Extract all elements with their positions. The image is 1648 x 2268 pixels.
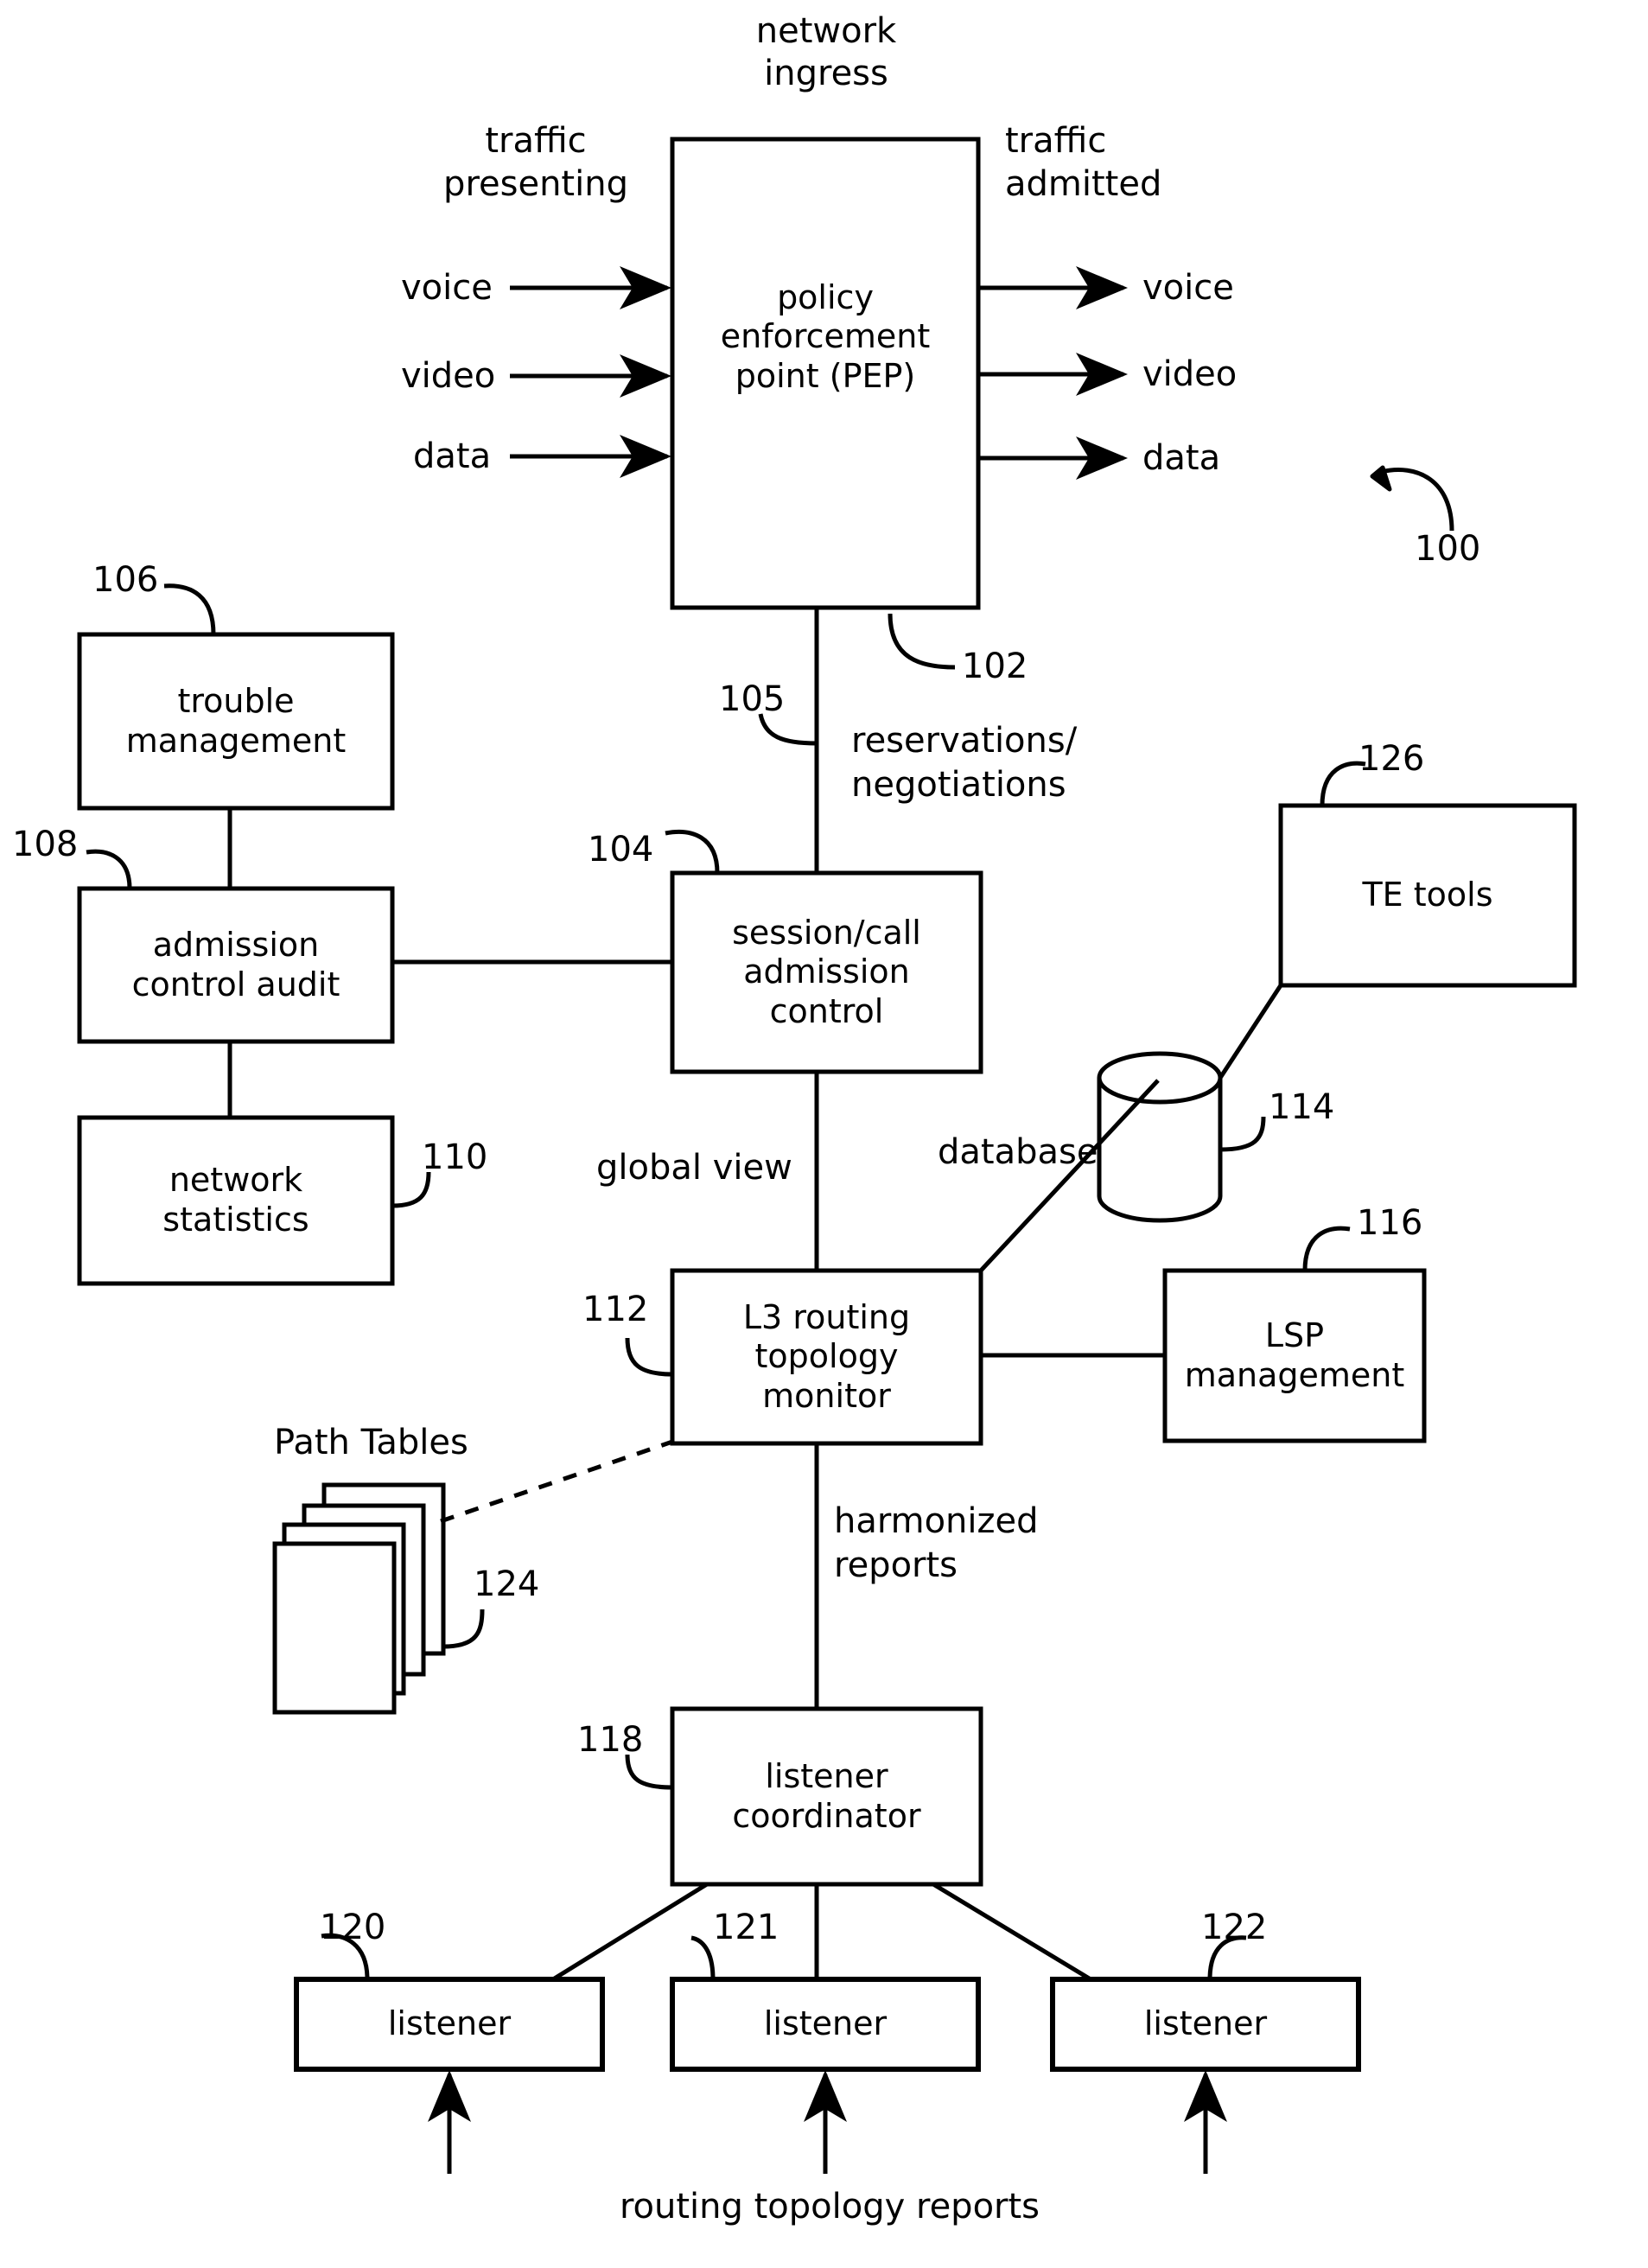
label-output-voice: voice (1142, 268, 1234, 308)
label-box-listener-coordinator: listener coordinator (732, 1756, 921, 1835)
patent-figure-canvas: network ingress traffic presenting traff… (0, 0, 1648, 2268)
connector-coordinator-to-listener-122 (932, 1882, 1092, 1982)
label-output-data: data (1142, 438, 1221, 478)
ref-104: 104 (588, 830, 654, 870)
label-network-ingress-line1: network (755, 11, 897, 51)
label-box-trouble-management: trouble management (125, 681, 347, 760)
ref-124: 124 (474, 1564, 540, 1604)
leader-114 (1219, 1116, 1266, 1152)
leader-108 (86, 849, 132, 889)
ref-102: 102 (962, 647, 1028, 686)
ref-114: 114 (1269, 1087, 1335, 1127)
label-box-listener-120: listener (387, 2004, 512, 2043)
label-path-tables: Path Tables (274, 1423, 468, 1462)
label-global-view: global view (596, 1148, 792, 1188)
leader-116 (1302, 1226, 1351, 1271)
ref-105: 105 (719, 679, 786, 719)
leader-106 (163, 583, 216, 635)
ref-126: 126 (1358, 739, 1425, 779)
label-box-l3-routing-topology-monitor: L3 routing topology monitor (742, 1297, 911, 1415)
label-reservations-line2: negotiations (851, 765, 1066, 805)
label-input-data: data (413, 436, 492, 476)
label-box-admission-control-audit: admission control audit (131, 925, 340, 1003)
label-box-listener-121: listener (763, 2004, 888, 2043)
connector-coordinator-to-listener-120 (551, 1882, 709, 1982)
label-box-lsp-management: LSP management (1184, 1316, 1405, 1394)
shape-path-tables-stack[interactable] (272, 1482, 446, 1715)
leader-100-curve (1380, 468, 1454, 532)
leader-124 (442, 1609, 485, 1649)
ref-112: 112 (582, 1290, 649, 1329)
leader-121 (690, 1935, 716, 1980)
ref-122: 122 (1201, 1908, 1268, 1947)
label-routing-topology-reports: routing topology reports (619, 2187, 1040, 2227)
label-database: database (938, 1132, 1098, 1172)
label-input-voice: voice (401, 268, 493, 308)
label-traffic-presenting-line1: traffic (485, 121, 587, 161)
ref-121: 121 (713, 1908, 779, 1947)
label-harmonized-line2: reports (834, 1545, 958, 1585)
ref-106: 106 (92, 560, 159, 600)
leader-102 (888, 613, 956, 670)
label-input-video: video (401, 356, 496, 396)
label-network-ingress-line2: ingress (764, 54, 888, 93)
label-traffic-admitted-line2: admitted (1005, 164, 1162, 204)
label-box-te-tools: TE tools (1362, 876, 1493, 914)
connector-database-to-te-tools (1218, 984, 1283, 1080)
connector-path-tables-to-l3-dashed (440, 1439, 673, 1524)
ref-118: 118 (577, 1720, 644, 1760)
ref-120: 120 (320, 1908, 386, 1947)
leader-112 (625, 1337, 673, 1377)
leader-104 (665, 829, 720, 874)
label-harmonized-line1: harmonized (834, 1501, 1039, 1541)
label-traffic-presenting-line2: presenting (443, 164, 628, 204)
label-reservations-line1: reservations/ (851, 721, 1078, 761)
label-output-video: video (1142, 354, 1238, 394)
ref-116: 116 (1357, 1203, 1423, 1243)
ref-100: 100 (1415, 529, 1481, 569)
label-box-network-statistics: network statistics (162, 1161, 309, 1239)
label-box-listener-122: listener (1143, 2004, 1268, 2043)
label-traffic-admitted-line1: traffic (1005, 121, 1107, 161)
shape-database-cylinder[interactable] (1097, 1051, 1223, 1223)
ref-108: 108 (12, 825, 79, 864)
ref-110: 110 (422, 1137, 488, 1177)
label-box-session-call-admission-control: session/call admission control (732, 913, 921, 1030)
label-box-pep: policy enforcement point (PEP) (720, 277, 931, 395)
